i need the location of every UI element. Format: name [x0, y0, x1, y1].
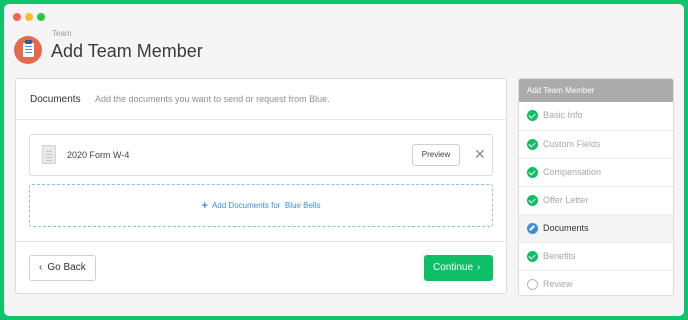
step-label: Review: [543, 279, 573, 289]
breadcrumb[interactable]: Team: [52, 29, 72, 38]
preview-button[interactable]: Preview: [412, 144, 460, 166]
continue-label: Continue: [433, 262, 474, 273]
title-bar: [4, 4, 684, 28]
step-documents[interactable]: Documents: [519, 214, 673, 242]
section-description: Add the documents you want to send or re…: [95, 94, 330, 104]
minimize-window-button[interactable]: [25, 13, 33, 21]
step-label: Compensation: [543, 167, 602, 177]
step-benefits[interactable]: Benefits: [519, 242, 673, 270]
document-row: 2020 Form W-4 Preview ✕: [29, 134, 493, 176]
team-clipboard-icon: [14, 36, 42, 64]
document-name: 2020 Form W-4: [67, 150, 130, 160]
empty-circle-icon: [527, 279, 538, 290]
add-documents-label: Add Documents for Blue Bells: [211, 201, 321, 210]
chevron-left-icon: ‹: [39, 262, 43, 273]
step-review[interactable]: Review: [519, 270, 673, 295]
go-back-label: Go Back: [47, 262, 86, 273]
progress-steps-panel: Add Team Member Basic Info Custom Fields C…: [518, 78, 674, 296]
step-label: Benefits: [543, 251, 576, 261]
step-custom-fields[interactable]: Custom Fields: [519, 130, 673, 158]
step-offer-letter[interactable]: Offer Letter: [519, 186, 673, 214]
plus-icon: +: [201, 200, 208, 212]
continue-button[interactable]: Continue ›: [424, 255, 493, 281]
documents-card: Documents Add the documents you want to …: [15, 78, 507, 294]
check-circle-icon: [527, 167, 538, 178]
add-documents-link[interactable]: + Add Documents for Blue Bells: [30, 200, 492, 212]
check-circle-icon: [527, 139, 538, 150]
maximize-window-button[interactable]: [37, 13, 45, 21]
step-label: Documents: [543, 223, 589, 233]
file-icon: [42, 145, 56, 164]
section-title: Documents: [30, 94, 81, 105]
page-title: Add Team Member: [51, 41, 203, 61]
remove-document-icon[interactable]: ✕: [474, 146, 486, 162]
section-header: Documents Add the documents you want to …: [16, 79, 506, 120]
chevron-right-icon: ›: [477, 262, 481, 273]
check-circle-icon: [527, 195, 538, 206]
divider: [16, 241, 506, 242]
go-back-button[interactable]: ‹ Go Back: [29, 255, 96, 281]
steps-title: Add Team Member: [519, 79, 673, 102]
step-label: Custom Fields: [543, 139, 601, 149]
close-window-button[interactable]: [13, 13, 21, 21]
check-circle-icon: [527, 251, 538, 262]
step-label: Offer Letter: [543, 195, 589, 205]
step-compensation[interactable]: Compensation: [519, 158, 673, 186]
add-documents-dropzone[interactable]: + Add Documents for Blue Bells: [29, 184, 493, 227]
check-circle-icon: [527, 110, 538, 121]
pencil-circle-icon: [527, 223, 538, 234]
step-list: Basic Info Custom Fields Compensation Offer…: [519, 102, 673, 295]
app-window: Team Add Team Member Documents Add the d…: [4, 4, 684, 316]
step-label: Basic Info: [543, 110, 583, 120]
step-basic-info[interactable]: Basic Info: [519, 102, 673, 130]
